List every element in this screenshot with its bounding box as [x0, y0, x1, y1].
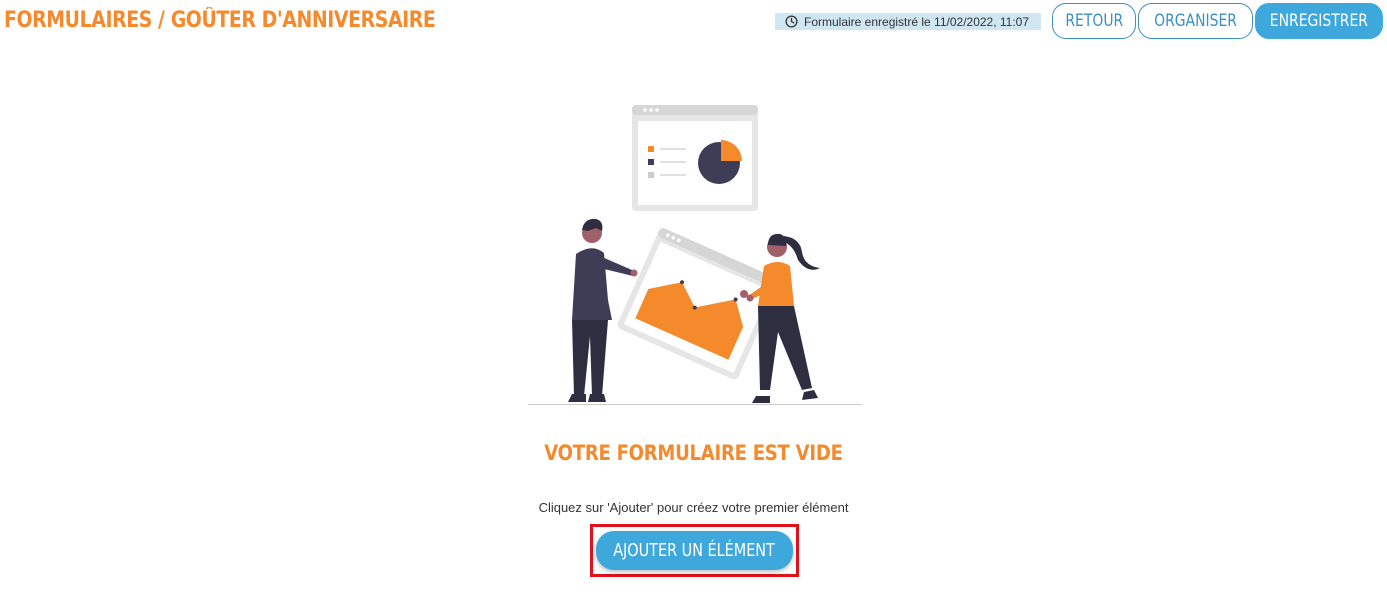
- empty-state-description: Cliquez sur 'Ajouter' pour créez votre p…: [538, 500, 849, 515]
- add-element-button-label: AJOUTER UN ÉLÉMENT: [613, 540, 776, 561]
- save-status-badge: Formulaire enregistré le 11/02/2022, 11:…: [775, 13, 1041, 30]
- clock-icon: [785, 15, 798, 28]
- save-button[interactable]: ENREGISTRER: [1255, 3, 1383, 39]
- breadcrumb: FORMULAIRES / GOÛTER D'ANNIVERSAIRE: [4, 8, 436, 33]
- back-button[interactable]: RETOUR: [1052, 3, 1136, 39]
- add-element-button[interactable]: AJOUTER UN ÉLÉMENT: [596, 531, 793, 570]
- save-button-label: ENREGISTRER: [1269, 11, 1369, 31]
- organize-button[interactable]: ORGANISER: [1138, 3, 1253, 39]
- empty-state-title-text: VOTRE FORMULAIRE EST VIDE: [544, 441, 843, 465]
- empty-state-title: VOTRE FORMULAIRE EST VIDE: [0, 441, 1387, 465]
- data-presentation-illustration: [528, 105, 862, 405]
- organize-button-label: ORGANISER: [1154, 11, 1237, 31]
- back-button-label: RETOUR: [1065, 11, 1123, 31]
- save-status-text: Formulaire enregistré le 11/02/2022, 11:…: [804, 14, 1030, 29]
